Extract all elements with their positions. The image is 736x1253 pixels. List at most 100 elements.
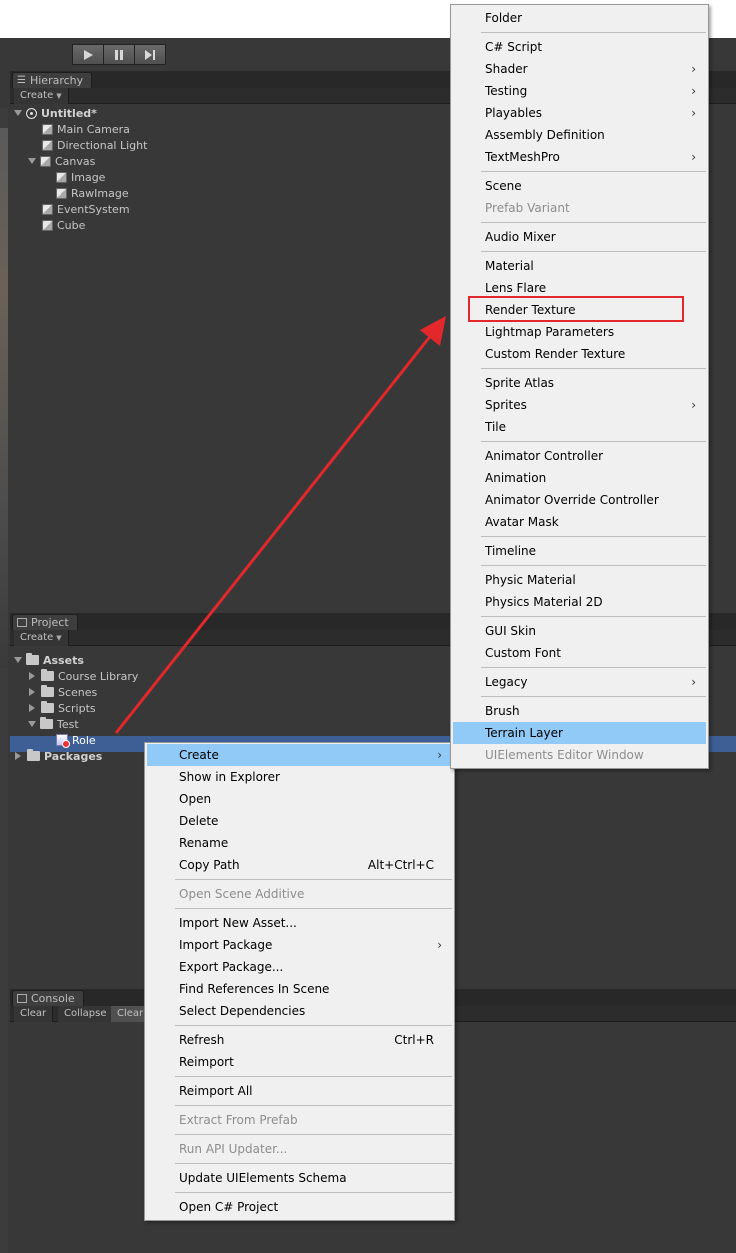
menu-item-label: Run API Updater... [179, 1142, 288, 1156]
menu-item-extract-from-prefab: Extract From Prefab [147, 1109, 452, 1131]
menu-separator [481, 616, 706, 617]
menu-item-custom-render-texture[interactable]: Custom Render Texture [453, 343, 706, 365]
menu-item-physics-material-2d[interactable]: Physics Material 2D [453, 591, 706, 613]
menu-item-gui-skin[interactable]: GUI Skin [453, 620, 706, 642]
menu-item-run-api-updater: Run API Updater... [147, 1138, 452, 1160]
menu-separator [175, 1076, 452, 1077]
menu-item-label: Lens Flare [485, 281, 547, 295]
menu-item-avatar-mask[interactable]: Avatar Mask [453, 511, 706, 533]
chevron-right-icon: › [691, 150, 696, 164]
menu-item-rename[interactable]: Rename [147, 832, 452, 854]
menu-item-label: Timeline [485, 544, 537, 558]
chevron-right-icon: › [691, 106, 696, 120]
menu-item-uielements-editor-window: UIElements Editor Window [453, 744, 706, 766]
menu-item-create[interactable]: Create › [147, 744, 452, 766]
menu-item-testing[interactable]: Testing › [453, 80, 706, 102]
menu-separator [481, 32, 706, 33]
menu-separator [481, 536, 706, 537]
menu-item-label: TextMeshPro [485, 150, 560, 164]
menu-item-animator-override-controller[interactable]: Animator Override Controller [453, 489, 706, 511]
menu-item-label: Copy Path [179, 858, 240, 872]
menu-item-textmeshpro[interactable]: TextMeshPro › [453, 146, 706, 168]
menu-item-refresh[interactable]: Refresh Ctrl+R [147, 1029, 452, 1051]
menu-item-delete[interactable]: Delete [147, 810, 452, 832]
menu-item-label: Material [485, 259, 534, 273]
menu-item-folder[interactable]: Folder [453, 7, 706, 29]
menu-item-label: Assembly Definition [485, 128, 605, 142]
menu-item-sprites[interactable]: Sprites › [453, 394, 706, 416]
menu-separator [481, 667, 706, 668]
menu-item-update-uielements-schema[interactable]: Update UIElements Schema [147, 1167, 452, 1189]
menu-item-reimport-all[interactable]: Reimport All [147, 1080, 452, 1102]
menu-item-tile[interactable]: Tile [453, 416, 706, 438]
menu-separator [481, 565, 706, 566]
menu-item-open[interactable]: Open [147, 788, 452, 810]
menu-item-audio-mixer[interactable]: Audio Mixer [453, 226, 706, 248]
menu-item-physic-material[interactable]: Physic Material [453, 569, 706, 591]
menu-item-label: Tile [485, 420, 507, 434]
menu-item-open-c-project[interactable]: Open C# Project [147, 1196, 452, 1218]
menu-item-reimport[interactable]: Reimport [147, 1051, 452, 1073]
menu-separator [481, 251, 706, 252]
menu-item-animator-controller[interactable]: Animator Controller [453, 445, 706, 467]
menu-item-sprite-atlas[interactable]: Sprite Atlas [453, 372, 706, 394]
menu-item-label: Import New Asset... [179, 916, 297, 930]
menu-item-find-references-in-scene[interactable]: Find References In Scene [147, 978, 452, 1000]
annotation-arrow-line [114, 333, 434, 734]
menu-item-export-package[interactable]: Export Package... [147, 956, 452, 978]
menu-item-material[interactable]: Material [453, 255, 706, 277]
menu-separator [175, 1134, 452, 1135]
menu-item-select-dependencies[interactable]: Select Dependencies [147, 1000, 452, 1022]
menu-item-label: Custom Render Texture [485, 347, 626, 361]
menu-item-label: Sprite Atlas [485, 376, 555, 390]
menu-item-legacy[interactable]: Legacy › [453, 671, 706, 693]
menu-item-label: Select Dependencies [179, 1004, 306, 1018]
menu-separator [175, 879, 452, 880]
menu-separator [175, 908, 452, 909]
menu-item-lightmap-parameters[interactable]: Lightmap Parameters [453, 321, 706, 343]
menu-item-label: Avatar Mask [485, 515, 559, 529]
menu-item-label: Extract From Prefab [179, 1113, 298, 1127]
menu-item-playables[interactable]: Playables › [453, 102, 706, 124]
menu-item-assembly-definition[interactable]: Assembly Definition [453, 124, 706, 146]
menu-item-label: Update UIElements Schema [179, 1171, 347, 1185]
menu-item-label: Reimport All [179, 1084, 253, 1098]
menu-separator [481, 441, 706, 442]
menu-separator [481, 171, 706, 172]
menu-item-shader[interactable]: Shader › [453, 58, 706, 80]
menu-separator [175, 1025, 452, 1026]
menu-item-animation[interactable]: Animation [453, 467, 706, 489]
chevron-right-icon: › [691, 398, 696, 412]
menu-item-show-in-explorer[interactable]: Show in Explorer [147, 766, 452, 788]
menu-item-prefab-variant: Prefab Variant [453, 197, 706, 219]
menu-item-scene[interactable]: Scene [453, 175, 706, 197]
menu-item-label: Audio Mixer [485, 230, 556, 244]
menu-item-label: Sprites [485, 398, 527, 412]
menu-item-label: Folder [485, 11, 523, 25]
menu-item-label: Scene [485, 179, 522, 193]
menu-item-c-script[interactable]: C# Script [453, 36, 706, 58]
menu-separator [175, 1163, 452, 1164]
menu-item-label: Reimport [179, 1055, 234, 1069]
menu-item-terrain-layer[interactable]: Terrain Layer [453, 722, 706, 744]
annotation-highlight-box [468, 296, 684, 322]
menu-item-label: Show in Explorer [179, 770, 280, 784]
menu-shortcut: Ctrl+R [394, 1033, 434, 1047]
menu-item-label: Terrain Layer [485, 726, 563, 740]
menu-item-label: Prefab Variant [485, 201, 570, 215]
menu-item-label: Create [179, 748, 219, 762]
menu-item-label: Animation [485, 471, 547, 485]
menu-item-timeline[interactable]: Timeline [453, 540, 706, 562]
menu-item-label: Animator Override Controller [485, 493, 659, 507]
menu-item-import-package[interactable]: Import Package › [147, 934, 452, 956]
menu-item-label: Export Package... [179, 960, 284, 974]
menu-item-label: Testing [485, 84, 528, 98]
menu-item-custom-font[interactable]: Custom Font [453, 642, 706, 664]
context-menu: Create › Show in Explorer Open Delete Rename C… [144, 742, 455, 1221]
menu-item-import-new-asset[interactable]: Import New Asset... [147, 912, 452, 934]
menu-separator [175, 1192, 452, 1193]
menu-item-label: Playables [485, 106, 542, 120]
menu-item-brush[interactable]: Brush [453, 700, 706, 722]
menu-item-copy-path[interactable]: Copy Path Alt+Ctrl+C [147, 854, 452, 876]
menu-item-label: C# Script [485, 40, 543, 54]
